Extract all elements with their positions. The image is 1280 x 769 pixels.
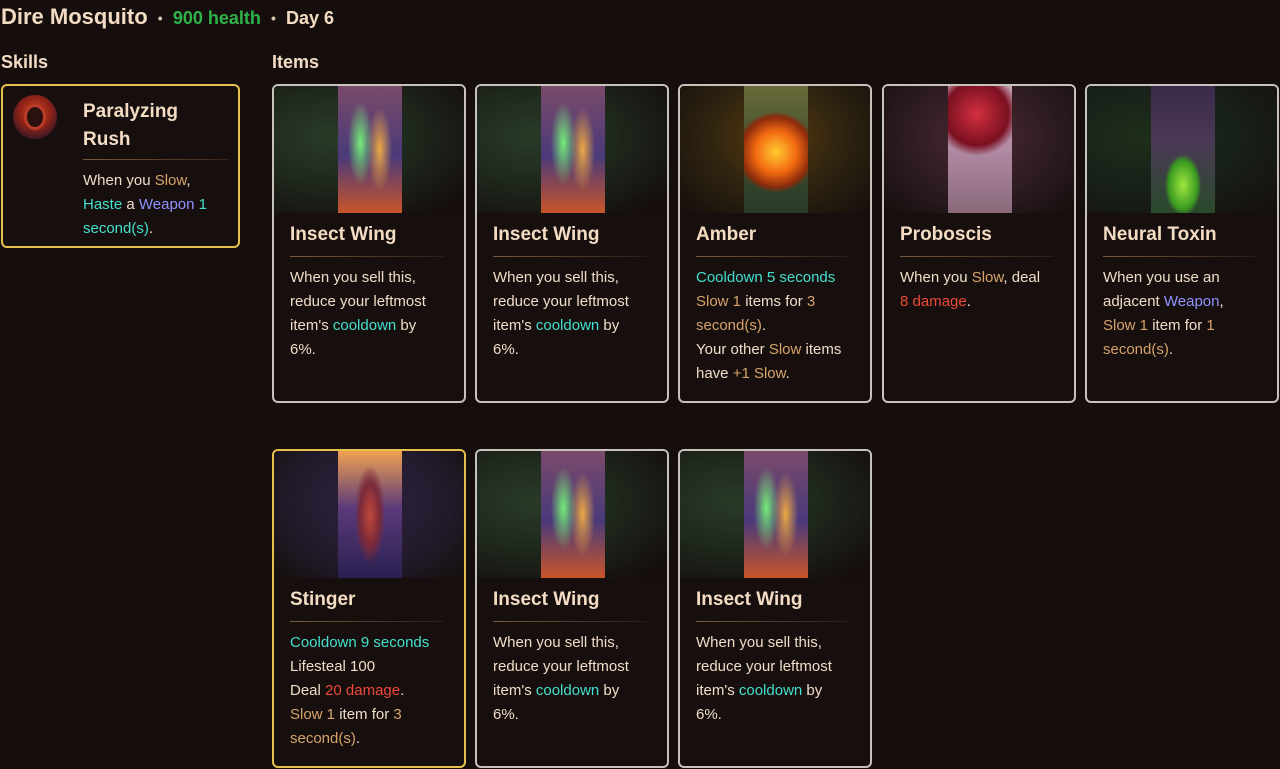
item-card-proboscis[interactable]: Proboscis When you Slow, deal 8 damage. [882, 84, 1076, 403]
item-card-amber[interactable]: Amber Cooldown 5 seconds Slow 1 items fo… [678, 84, 872, 403]
proboscis-art [884, 86, 1074, 213]
skill-card-paralyzing-rush[interactable]: Paralyzing Rush When you Slow, Haste a W… [1, 84, 240, 248]
insect-wing-art [274, 86, 464, 213]
item-description: Cooldown 9 seconds Lifesteal 100 Deal 20… [290, 634, 430, 747]
item-title: Stinger [290, 589, 356, 610]
divider [900, 256, 1054, 257]
stinger-art [274, 451, 464, 578]
items-heading: Items [272, 52, 320, 72]
item-description: When you sell this, reduce your leftmost… [696, 634, 832, 723]
item-title: Proboscis [900, 224, 992, 245]
item-card-neural-toxin[interactable]: Neural Toxin When you use an adjacent We… [1085, 84, 1279, 403]
item-title: Neural Toxin [1103, 224, 1217, 245]
item-title: Insect Wing [696, 589, 803, 610]
skills-heading: Skills [1, 52, 49, 72]
divider [493, 256, 647, 257]
item-title: Insect Wing [290, 224, 397, 245]
day-counter: Day 6 [286, 8, 335, 28]
item-card-insect-wing[interactable]: Insect Wing When you sell this, reduce y… [475, 84, 669, 403]
skill-title: Paralyzing Rush [83, 101, 179, 150]
monster-name: Dire Mosquito [1, 4, 148, 29]
item-description: When you sell this, reduce your leftmost… [290, 269, 426, 358]
skill-description: When you Slow, Haste a Weapon 1 second(s)… [83, 172, 207, 237]
item-description: When you Slow, deal 8 damage. [900, 269, 1041, 310]
item-description: When you sell this, reduce your leftmost… [493, 269, 629, 358]
item-title: Insect Wing [493, 224, 600, 245]
item-description: Cooldown 5 seconds Slow 1 items for 3 se… [696, 269, 842, 382]
item-description: When you use an adjacent Weapon, Slow 1 … [1103, 269, 1224, 358]
insect-wing-art [477, 451, 667, 578]
item-card-insect-wing[interactable]: Insect Wing When you sell this, reduce y… [475, 449, 669, 768]
mosquito-skill-icon [13, 95, 57, 139]
item-description: When you sell this, reduce your leftmost… [493, 634, 629, 723]
item-card-insect-wing[interactable]: Insect Wing When you sell this, reduce y… [272, 84, 466, 403]
monster-header: Dire Mosquito • 900 health • Day 6 [1, 4, 334, 30]
item-title: Amber [696, 224, 757, 245]
insect-wing-art [477, 86, 667, 213]
divider [290, 256, 444, 257]
item-title: Insect Wing [493, 589, 600, 610]
monster-health: 900 health [172, 8, 261, 28]
separator-dot: • [271, 10, 276, 27]
neural-toxin-art [1087, 86, 1277, 213]
item-card-insect-wing[interactable]: Insect Wing When you sell this, reduce y… [678, 449, 872, 768]
divider [83, 159, 229, 160]
divider [493, 621, 647, 622]
divider [696, 621, 850, 622]
amber-art [680, 86, 870, 213]
separator-dot: • [157, 10, 163, 27]
insect-wing-art [680, 451, 870, 578]
divider [1103, 256, 1257, 257]
item-card-stinger[interactable]: Stinger Cooldown 9 seconds Lifesteal 100… [272, 449, 466, 768]
divider [696, 256, 850, 257]
divider [290, 621, 444, 622]
